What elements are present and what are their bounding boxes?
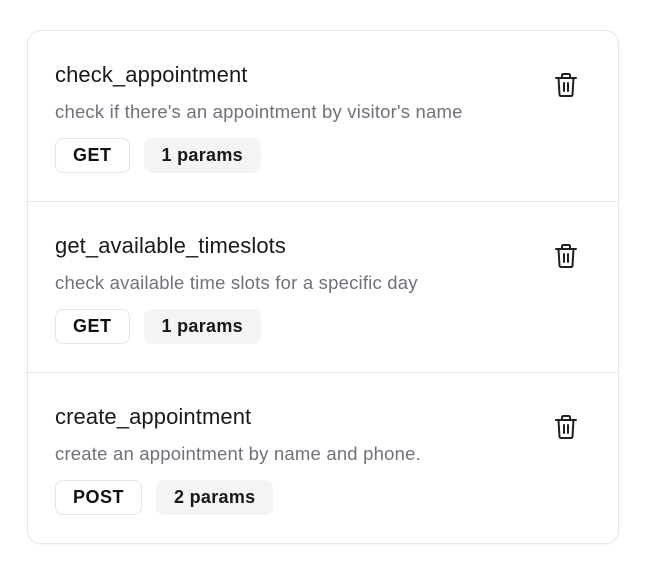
tool-item[interactable]: get_available_timeslots check available … — [28, 202, 618, 373]
trash-icon — [555, 244, 577, 268]
tool-name: get_available_timeslots — [55, 233, 286, 258]
tool-badges: GET 1 params — [55, 138, 261, 173]
tool-item[interactable]: check_appointment check if there's an ap… — [28, 31, 618, 202]
params-badge: 1 params — [143, 138, 261, 173]
delete-tool-button[interactable] — [552, 241, 580, 271]
tool-badges: GET 1 params — [55, 309, 261, 344]
tool-name: check_appointment — [55, 62, 248, 87]
delete-tool-button[interactable] — [552, 412, 580, 442]
tool-description: check available time slots for a specifi… — [55, 272, 418, 293]
tools-list-card: check_appointment check if there's an ap… — [27, 30, 619, 544]
tool-name: create_appointment — [55, 404, 252, 429]
method-badge: GET — [55, 138, 130, 173]
tool-description: create an appointment by name and phone. — [55, 443, 421, 464]
trash-icon — [555, 73, 577, 97]
params-badge: 1 params — [143, 309, 261, 344]
method-badge: POST — [55, 480, 143, 515]
tool-description: check if there's an appointment by visit… — [55, 101, 463, 122]
delete-tool-button[interactable] — [552, 70, 580, 100]
params-badge: 2 params — [156, 480, 274, 515]
tool-badges: POST 2 params — [55, 480, 274, 515]
trash-icon — [555, 415, 577, 439]
tool-item[interactable]: create_appointment create an appointment… — [28, 373, 618, 543]
method-badge: GET — [55, 309, 130, 344]
